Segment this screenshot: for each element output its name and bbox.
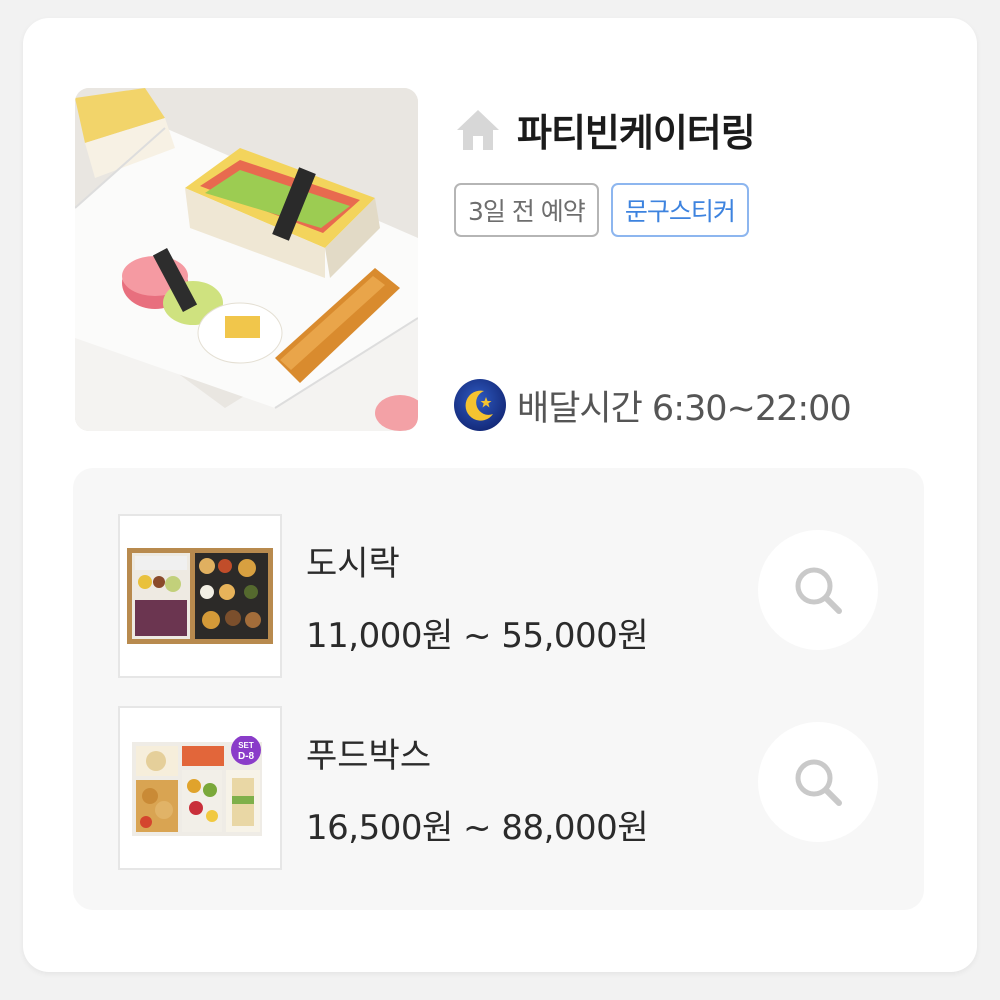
search-button[interactable] [758,722,878,842]
store-card[interactable]: 파티빈케이터링 3일 전 예약 문구스티커 배달시간 6:30~22:00 도시… [23,18,977,972]
menu-thumbnail: SET D-8 [118,706,282,870]
menu-item-dosirak[interactable]: 도시락 11,000원 ~ 55,000원 [118,514,898,678]
delivery-time-text: 배달시간 6:30~22:00 [517,388,852,429]
menu-thumbnail [118,514,282,678]
store-name: 파티빈케이터링 [517,110,756,155]
store-title-row: 파티빈케이터링 [455,104,756,155]
menu-name: 푸드박스 [306,736,432,776]
search-icon [795,567,842,614]
menu-item-foodbox[interactable]: SET D-8 푸드박스 16,500원 ~ 88,000원 [118,706,898,870]
menu-price: 11,000원 ~ 55,000원 [306,616,649,656]
reservation-badge: 3일 전 예약 [454,183,599,237]
search-button[interactable] [758,530,878,650]
set-badge-code: D-8 [238,751,255,762]
menu-price: 16,500원 ~ 88,000원 [306,808,649,848]
set-badge-label: SET [238,741,254,750]
sticker-badge: 문구스티커 [610,183,749,237]
store-tags: 3일 전 예약 문구스티커 [454,183,749,237]
home-icon [457,110,499,150]
menu-name: 도시락 [306,544,400,584]
store-photo [75,88,418,431]
menu-list: 도시락 11,000원 ~ 55,000원 SET D-8 푸드박스 16,50… [73,468,924,910]
search-icon [795,759,842,806]
moon-icon [454,379,506,431]
delivery-time: 배달시간 6:30~22:00 [453,378,852,432]
